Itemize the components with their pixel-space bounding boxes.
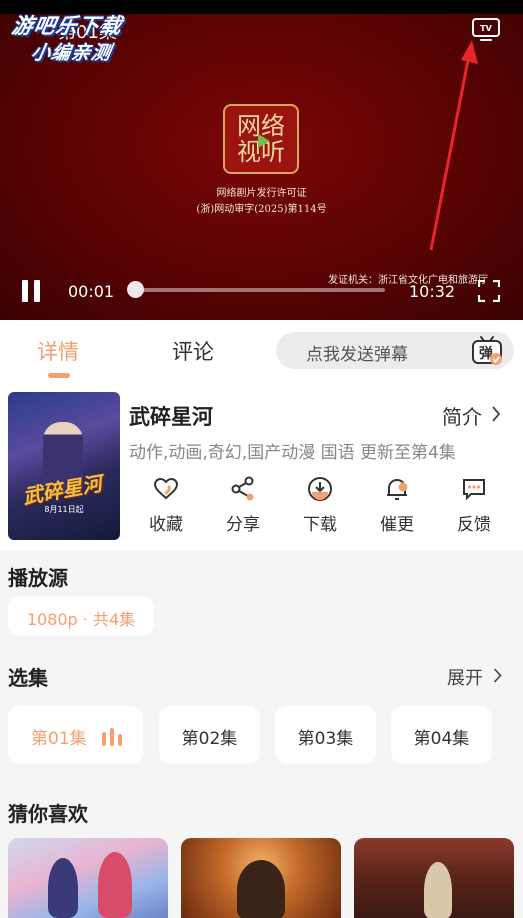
license-seal-logo: 网络视听 — [223, 104, 299, 174]
poster-date: 8月11日起 — [8, 504, 120, 515]
favorite-label: 收藏 — [130, 510, 202, 535]
now-playing-icon — [102, 728, 128, 746]
total-time: 10:32 — [409, 282, 455, 301]
recommend-card[interactable] — [181, 838, 341, 918]
svg-text:TV: TV — [480, 24, 492, 33]
source-chip-label: 1080p · 共4集 — [8, 606, 154, 630]
detail-tabbar: 详情 评论 点我发送弹幕 弹 — [0, 320, 523, 388]
progress-bar[interactable] — [135, 288, 385, 292]
recommend-card[interactable] — [8, 838, 168, 918]
feedback-label: 反馈 — [438, 510, 510, 535]
danmu-input[interactable]: 点我发送弹幕 弹 — [276, 332, 514, 369]
urge-update-button[interactable]: 催更 — [361, 476, 433, 538]
download-button[interactable]: 下载 — [284, 476, 356, 538]
episode-label: 第03集 — [275, 724, 376, 749]
show-tags: 动作,动画,奇幻,国产动漫 国语 更新至第4集 — [129, 438, 456, 463]
watermark-line-1: 游吧乐下载 — [10, 10, 137, 40]
share-button[interactable]: 分享 — [207, 476, 279, 538]
danmu-placeholder: 点我发送弹幕 — [306, 340, 408, 365]
watermark-logo: 游吧乐下载 小编亲测 — [5, 10, 137, 65]
tab-comments[interactable]: 评论 — [172, 336, 214, 366]
chevron-right-icon[interactable] — [493, 668, 502, 683]
seal-play-icon — [258, 134, 270, 148]
show-info-card: 武碎星河 8月11日起 武碎星河 简介 动作,动画,奇幻,国产动漫 国语 更新至… — [0, 388, 523, 550]
heart-icon — [153, 476, 179, 502]
source-section-title: 播放源 — [8, 562, 68, 591]
tab-details[interactable]: 详情 — [37, 336, 79, 366]
episode-label: 第01集 — [31, 724, 87, 749]
action-row: 收藏 分享 下载 — [130, 476, 515, 540]
annotation-arrow-icon — [420, 36, 480, 256]
episode-item[interactable]: 第03集 — [275, 706, 376, 764]
share-label: 分享 — [207, 510, 279, 535]
source-chip-1080p[interactable]: 1080p · 共4集 — [8, 596, 154, 636]
episodes-section-title: 选集 — [8, 662, 48, 691]
share-icon — [230, 476, 256, 502]
danmu-toggle-icon[interactable]: 弹 — [471, 335, 503, 367]
show-poster[interactable]: 武碎星河 8月11日起 — [8, 392, 120, 540]
watermark-line-2: 小编亲测 — [29, 38, 132, 65]
active-tab-indicator — [48, 373, 70, 378]
episode-label: 第04集 — [391, 724, 492, 749]
recommend-section-title: 猜你喜欢 — [8, 798, 88, 827]
license-authority: 发证机关：浙江省文化广电和旅游厅 — [328, 271, 488, 286]
download-icon — [307, 476, 333, 502]
episode-item[interactable]: 第02集 — [159, 706, 260, 764]
expand-button[interactable]: 展开 — [447, 664, 483, 690]
intro-button[interactable]: 简介 — [442, 401, 482, 430]
current-time: 00:01 — [68, 282, 114, 301]
feedback-button[interactable]: 反馈 — [438, 476, 510, 538]
recommend-card[interactable] — [354, 838, 514, 918]
pause-icon[interactable] — [20, 280, 42, 302]
progress-knob[interactable] — [127, 281, 144, 298]
episode-item[interactable]: 第01集 — [8, 706, 143, 764]
download-label: 下载 — [284, 510, 356, 535]
video-player[interactable]: 第01集 游吧乐下载 小编亲测 TV 网络视听 网络剧片发行许可证 (浙)网动审… — [0, 0, 523, 320]
feedback-icon — [461, 476, 487, 502]
episode-item[interactable]: 第04集 — [391, 706, 492, 764]
urge-update-label: 催更 — [361, 510, 433, 535]
fullscreen-icon[interactable] — [478, 280, 500, 302]
chevron-right-icon[interactable] — [491, 406, 501, 422]
episode-label: 第02集 — [159, 724, 260, 749]
favorite-button[interactable]: 收藏 — [130, 476, 202, 538]
bell-icon — [384, 476, 410, 502]
show-title: 武碎星河 — [129, 401, 213, 431]
